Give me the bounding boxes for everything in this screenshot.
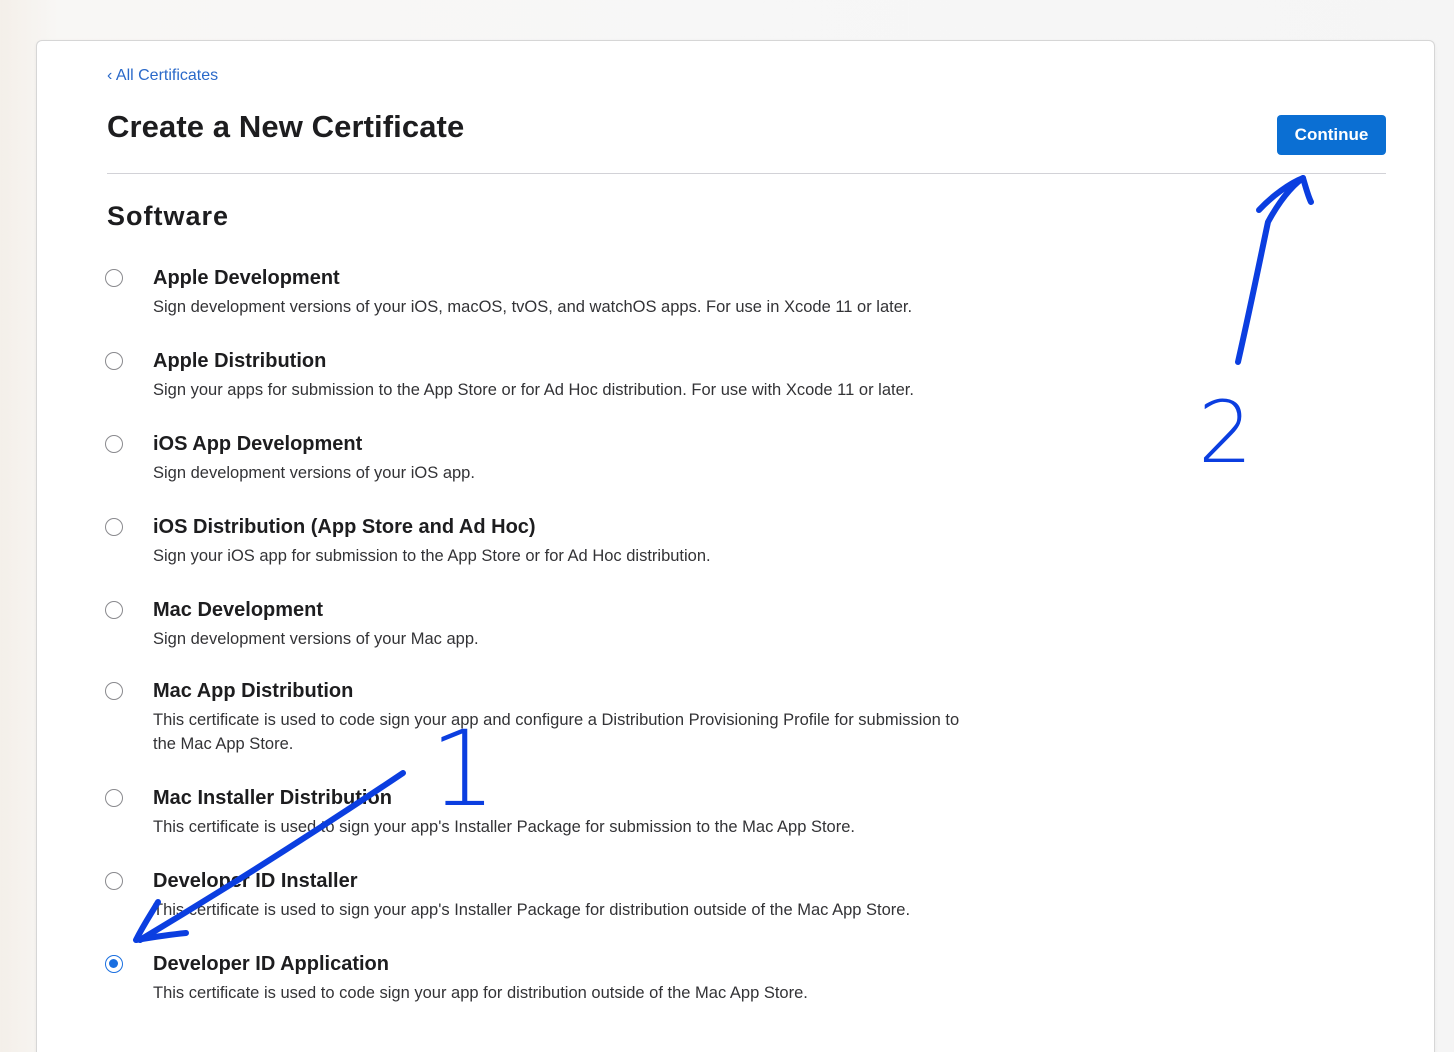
option-label: Mac App Distribution — [153, 680, 354, 702]
radio-mac-app-distribution[interactable] — [105, 682, 123, 700]
all-certificates-link[interactable]: ‹ All Certificates — [107, 67, 218, 85]
page-title: Create a New Certificate — [107, 109, 465, 144]
option-description: Sign development versions of your Mac ap… — [153, 630, 479, 648]
radio-developer-id-installer[interactable] — [105, 872, 123, 890]
certificate-card: ‹ All Certificates Create a New Certific… — [36, 40, 1435, 1052]
option-label: Apple Distribution — [153, 350, 327, 372]
option-label: iOS Distribution (App Store and Ad Hoc) — [153, 516, 536, 538]
radio-developer-id-application[interactable] — [105, 955, 123, 973]
radio-ios-app-development[interactable] — [105, 435, 123, 453]
option-description: This certificate is used to sign your ap… — [153, 818, 855, 836]
option-description: Sign development versions of your iOS, m… — [153, 298, 913, 316]
option-description: This certificate is used to sign your ap… — [153, 901, 911, 919]
radio-mac-development[interactable] — [105, 601, 123, 619]
option-description: This certificate is used to code sign yo… — [153, 984, 808, 1002]
radio-apple-development[interactable] — [105, 269, 123, 287]
option-label: Mac Development — [153, 599, 324, 621]
header-divider — [107, 173, 1386, 174]
continue-button[interactable]: Continue — [1277, 115, 1386, 155]
option-label: Developer ID Application — [153, 953, 389, 975]
option-label: Developer ID Installer — [153, 870, 358, 892]
option-description: This certificate is used to code sign yo… — [153, 711, 960, 753]
option-description: Sign development versions of your iOS ap… — [153, 464, 475, 482]
option-label: Mac Installer Distribution — [153, 787, 392, 809]
option-description: Sign your iOS app for submission to the … — [153, 547, 711, 565]
radio-apple-distribution[interactable] — [105, 352, 123, 370]
option-label: iOS App Development — [153, 433, 363, 455]
radio-mac-installer-distribution[interactable] — [105, 789, 123, 807]
option-description: Sign your apps for submission to the App… — [153, 381, 914, 399]
option-label: Apple Development — [153, 267, 340, 289]
section-title-software: Software — [107, 201, 230, 231]
radio-ios-distribution[interactable] — [105, 518, 123, 536]
